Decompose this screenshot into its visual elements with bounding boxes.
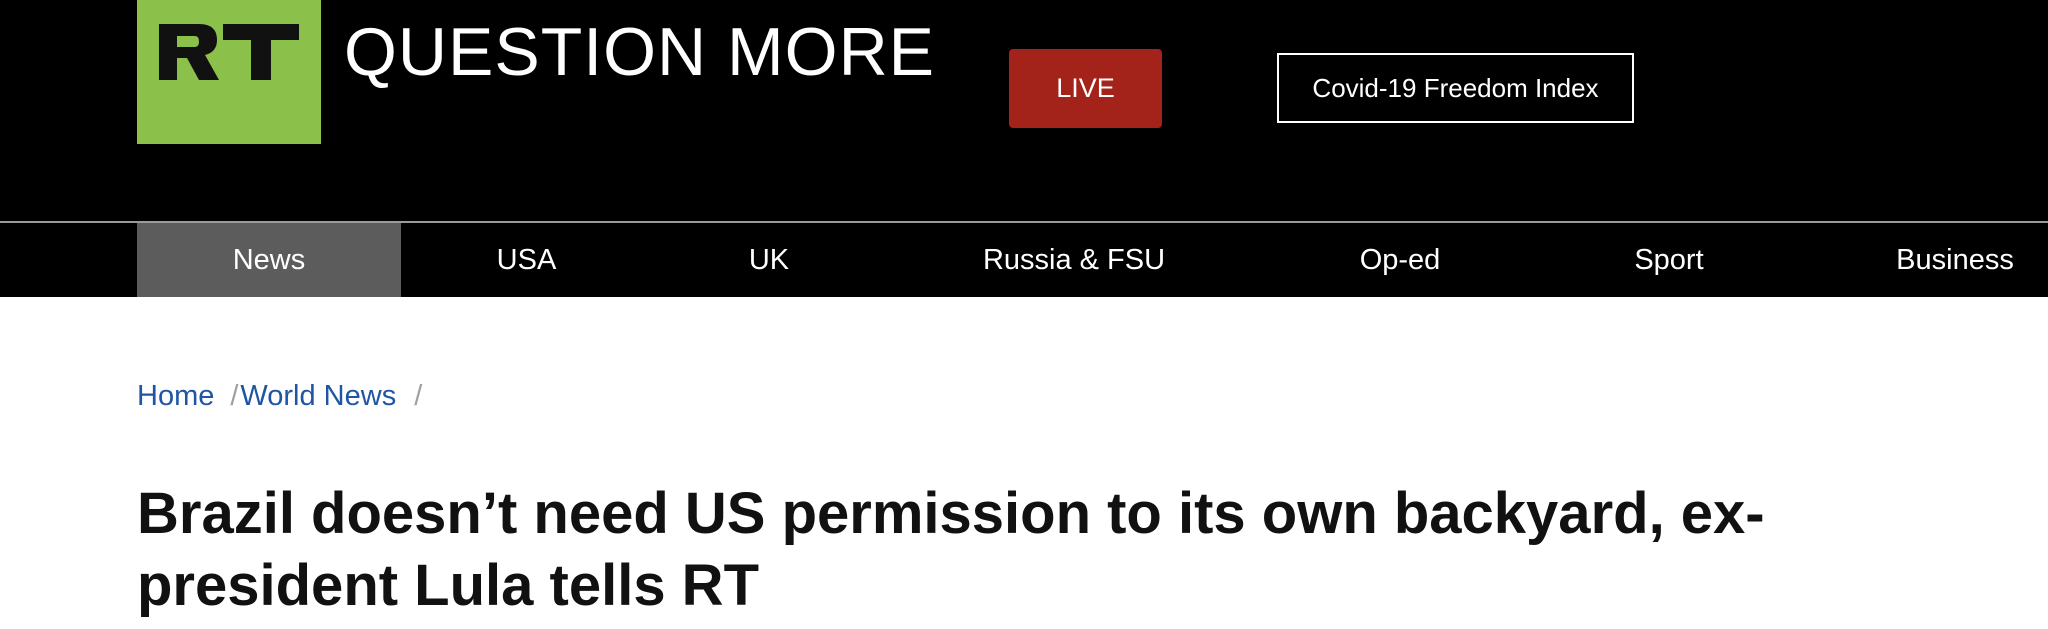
breadcrumb-world-news[interactable]: World News	[240, 380, 396, 413]
nav-item-uk[interactable]: UK	[714, 223, 824, 297]
site-header: QUESTION MORE LIVE Covid-19 Freedom Inde…	[0, 0, 2048, 221]
rt-logo-icon	[159, 24, 299, 80]
breadcrumb-separator: /	[230, 379, 239, 412]
covid-freedom-index-button[interactable]: Covid-19 Freedom Index	[1277, 53, 1634, 123]
nav-item-news[interactable]: News	[137, 223, 401, 297]
nav-item-usa[interactable]: USA	[470, 223, 583, 297]
nav-item-op-ed[interactable]: Op-ed	[1330, 223, 1470, 297]
nav-item-russia-fsu[interactable]: Russia & FSU	[950, 223, 1198, 297]
breadcrumb-home[interactable]: Home	[137, 380, 214, 413]
article-headline: Brazil doesn’t need US permission to its…	[137, 481, 1765, 618]
nav-item-business[interactable]: Business	[1880, 223, 2030, 297]
breadcrumb: Home / World News /	[137, 376, 430, 416]
main-nav: News USA UK Russia & FSU Op-ed Sport Bus…	[0, 221, 2048, 297]
rt-logo[interactable]	[137, 0, 321, 144]
nav-item-sport[interactable]: Sport	[1600, 223, 1738, 297]
live-button[interactable]: LIVE	[1009, 49, 1162, 128]
site-tagline: QUESTION MORE	[344, 14, 936, 90]
breadcrumb-separator: /	[414, 379, 423, 412]
